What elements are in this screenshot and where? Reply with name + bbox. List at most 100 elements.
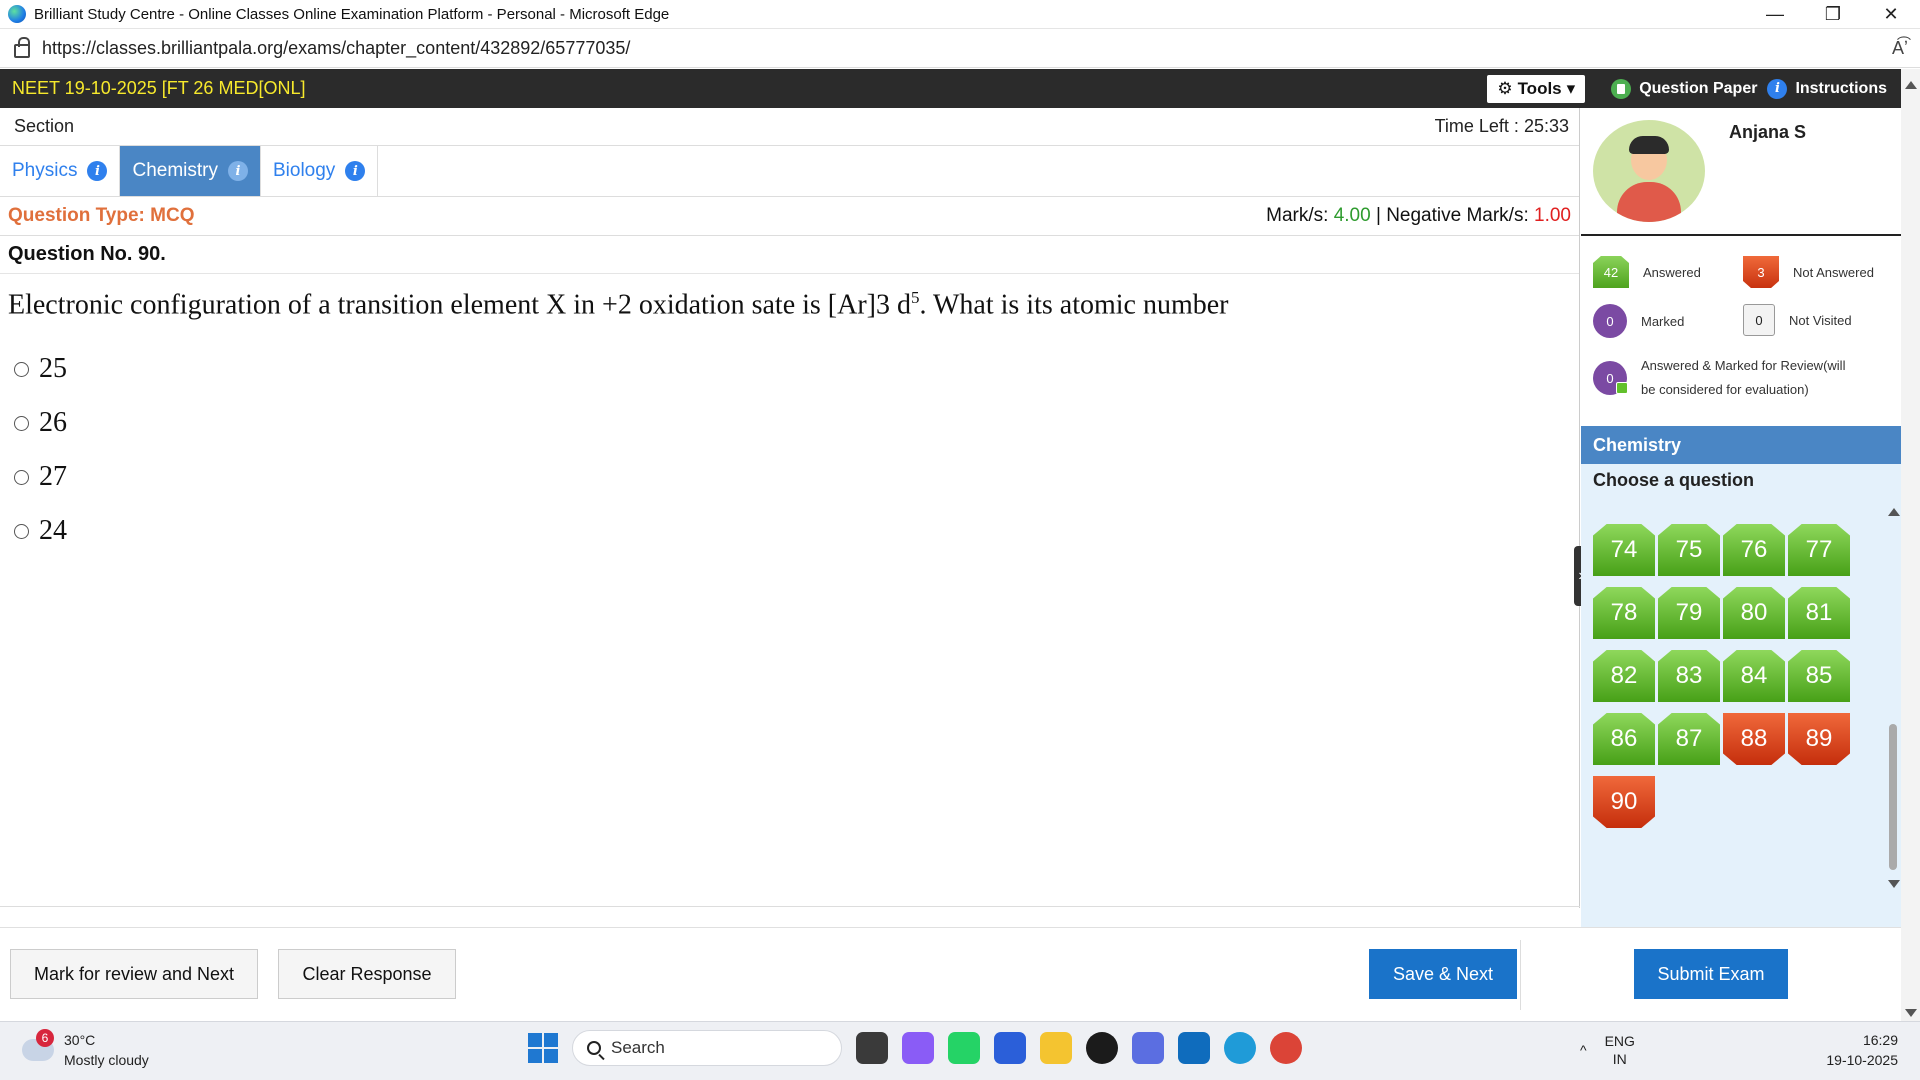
question-button-77[interactable]: 77 xyxy=(1788,524,1850,576)
outlook-icon[interactable] xyxy=(1178,1032,1210,1064)
question-grid: 74 75 76 77 78 79 80 81 82 83 84 85 86 87 88 89 90 xyxy=(1593,524,1855,828)
tab-physics[interactable]: Physics i xyxy=(0,146,121,196)
caret-down-icon: ▾ xyxy=(1566,78,1576,98)
option-1[interactable]: 25 xyxy=(14,342,1579,396)
windows-start-icon[interactable] xyxy=(528,1033,558,1063)
side-panel: Anjana S 42 Answered 3 Not Answered 0 Ma… xyxy=(1581,108,1901,927)
tray-overflow-icon[interactable]: ^ xyxy=(1580,1042,1587,1058)
question-button-74[interactable]: 74 xyxy=(1593,524,1655,576)
question-button-80[interactable]: 80 xyxy=(1723,587,1785,639)
answered-marked-label: Answered & Marked for Review(will be con… xyxy=(1641,358,1846,397)
notification-badge: 6 xyxy=(36,1029,54,1047)
radio-button[interactable] xyxy=(14,361,29,377)
question-type-row: Question Type: MCQ Mark/s: 4.00 | Negati… xyxy=(0,197,1579,236)
question-button-78[interactable]: 78 xyxy=(1593,587,1655,639)
info-icon[interactable]: i xyxy=(87,161,108,181)
task-view-icon[interactable] xyxy=(856,1032,888,1064)
scroll-up-icon[interactable] xyxy=(1888,508,1900,516)
minimize-button[interactable]: — xyxy=(1746,0,1804,29)
question-button-85[interactable]: 85 xyxy=(1788,650,1850,702)
question-button-83[interactable]: 83 xyxy=(1658,650,1720,702)
save-next-button[interactable]: Save & Next xyxy=(1369,949,1517,999)
page-scrollbar[interactable] xyxy=(1901,69,1920,1021)
option-3[interactable]: 27 xyxy=(14,450,1579,504)
question-type: Question Type: MCQ xyxy=(8,205,195,226)
answered-count: 42 xyxy=(1593,256,1629,288)
palette-scrollbar[interactable] xyxy=(1885,508,1901,888)
marks-value: 4.00 xyxy=(1333,205,1371,226)
question-area: Section Time Left : 25:33 Physics i Chem… xyxy=(0,108,1580,908)
weather-widget[interactable]: 6 30°C Mostly cloudy xyxy=(22,1029,149,1070)
cloud-icon: 6 xyxy=(22,1029,54,1061)
tab-label: Chemistry xyxy=(132,160,218,181)
question-button-82[interactable]: 82 xyxy=(1593,650,1655,702)
address-bar[interactable]: https://classes.brilliantpala.org/exams/… xyxy=(0,29,1920,68)
answered-label: Answered xyxy=(1643,264,1701,280)
clock-date: 19-10-2025 xyxy=(1826,1052,1898,1068)
marks-info: Mark/s: 4.00 | Negative Mark/s: 1.00 xyxy=(1266,205,1571,227)
radio-button[interactable] xyxy=(14,523,29,539)
question-text-superscript: 5 xyxy=(911,288,920,307)
question-button-87[interactable]: 87 xyxy=(1658,713,1720,765)
question-button-89[interactable]: 89 xyxy=(1788,713,1850,765)
question-button-88[interactable]: 88 xyxy=(1723,713,1785,765)
window-title: Brilliant Study Centre - Online Classes … xyxy=(34,5,670,23)
lock-icon[interactable] xyxy=(14,37,30,58)
radio-button[interactable] xyxy=(14,415,29,431)
clear-response-button[interactable]: Clear Response xyxy=(278,949,456,999)
radio-button[interactable] xyxy=(14,469,29,485)
edge-logo-icon xyxy=(8,5,26,23)
options-list: 25 26 27 24 xyxy=(0,342,1579,558)
option-4[interactable]: 24 xyxy=(14,504,1579,558)
question-button-81[interactable]: 81 xyxy=(1788,587,1850,639)
taskbar: 6 30°C Mostly cloudy Search ^ ENG IN 16:… xyxy=(0,1021,1920,1080)
url-text[interactable]: https://classes.brilliantpala.org/exams/… xyxy=(42,38,630,59)
scroll-up-icon[interactable] xyxy=(1905,81,1917,89)
not-visited-label: Not Visited xyxy=(1789,312,1852,328)
avatar xyxy=(1593,120,1705,222)
tab-chemistry[interactable]: Chemistry i xyxy=(120,146,261,196)
scroll-down-icon[interactable] xyxy=(1905,1009,1917,1017)
info-icon: i xyxy=(1767,78,1788,99)
question-text-end: . What is its atomic number xyxy=(919,289,1229,321)
avatar-hair xyxy=(1629,136,1669,154)
divider xyxy=(0,906,1580,907)
read-aloud-icon[interactable]: A͡ʼ xyxy=(1892,38,1908,59)
section-tabs: Physics i Chemistry i Biology i xyxy=(0,146,1579,197)
question-button-75[interactable]: 75 xyxy=(1658,524,1720,576)
info-icon[interactable]: i xyxy=(227,161,248,181)
mark-review-next-button[interactable]: Mark for review and Next xyxy=(10,949,258,999)
m365-icon[interactable] xyxy=(1132,1032,1164,1064)
store-icon[interactable] xyxy=(994,1032,1026,1064)
clock[interactable]: 16:29 19-10-2025 xyxy=(1826,1030,1898,1070)
instructions-link[interactable]: i Instructions xyxy=(1767,78,1887,99)
dell-icon[interactable] xyxy=(1086,1032,1118,1064)
option-2[interactable]: 26 xyxy=(14,396,1579,450)
question-button-90[interactable]: 90 xyxy=(1593,776,1655,828)
question-text-main: Electronic configuration of a transition… xyxy=(8,289,911,321)
submit-exam-button[interactable]: Submit Exam xyxy=(1634,949,1788,999)
file-explorer-icon[interactable] xyxy=(1040,1032,1072,1064)
question-button-76[interactable]: 76 xyxy=(1723,524,1785,576)
info-icon[interactable]: i xyxy=(345,161,366,181)
question-button-79[interactable]: 79 xyxy=(1658,587,1720,639)
time-left: Time Left : 25:33 xyxy=(1435,116,1569,137)
tab-biology[interactable]: Biology i xyxy=(261,146,379,196)
question-button-84[interactable]: 84 xyxy=(1723,650,1785,702)
edge-icon[interactable] xyxy=(1224,1032,1256,1064)
copilot-icon[interactable] xyxy=(902,1032,934,1064)
lang-indicator[interactable]: ENG IN xyxy=(1605,1032,1635,1068)
option-label: 26 xyxy=(39,407,67,438)
marks-label: Mark/s: xyxy=(1266,205,1329,226)
scroll-down-icon[interactable] xyxy=(1888,880,1900,888)
tools-button[interactable]: ⚙ Tools ▾ xyxy=(1487,74,1586,103)
restore-button[interactable]: ❐ xyxy=(1804,0,1862,29)
question-button-86[interactable]: 86 xyxy=(1593,713,1655,765)
close-button[interactable]: ✕ xyxy=(1862,0,1920,29)
whatsapp-icon[interactable] xyxy=(948,1032,980,1064)
scroll-thumb[interactable] xyxy=(1889,724,1897,870)
chrome-icon[interactable] xyxy=(1270,1032,1302,1064)
taskbar-search[interactable]: Search xyxy=(572,1030,842,1066)
tab-label: Biology xyxy=(272,160,336,181)
question-paper-link[interactable]: Question Paper xyxy=(1611,78,1757,99)
